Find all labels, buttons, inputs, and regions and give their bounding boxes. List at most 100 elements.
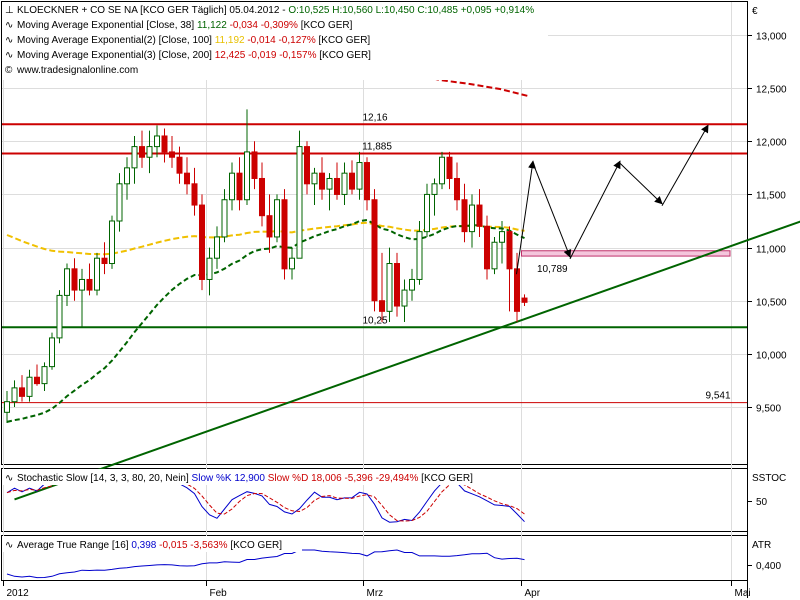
ema1-name: Moving Average Exponential [Close, 38]: [17, 20, 194, 31]
atr-change: -0,015 -3,563%: [159, 540, 227, 551]
indicator-icon: ∿: [5, 540, 13, 551]
ema2-tail: [KCO GER]: [319, 35, 371, 46]
stochastic-legend: ∿ Stochastic Slow [14, 3, 3, 80, 20, Nei…: [2, 469, 507, 485]
candle-body: [349, 172, 355, 190]
candle-body: [131, 146, 138, 169]
candle-body: [169, 151, 175, 158]
candle-body: [236, 172, 243, 201]
stochastic-k: Slow %K 12,900: [192, 473, 266, 484]
chart-icon: ⊥: [5, 5, 14, 16]
candle-body: [244, 151, 250, 201]
candle-body: [476, 204, 483, 227]
candle: [199, 194, 205, 291]
stochastic-axis-tick: 50: [756, 497, 768, 508]
instrument-title: KLOECKNER + CO SE NA [KCO GER Täglich] 0…: [17, 5, 288, 16]
svg-text:Moving Average Exponential(2): Moving Average Exponential(2) [Close, 10…: [17, 35, 370, 46]
candle-body: [161, 135, 168, 153]
candle-body: [281, 199, 288, 270]
candle-body: [424, 193, 430, 233]
svg-text:Average True Range [16] 0,398: Average True Range [16] 0,398 -0,015 -3,…: [17, 540, 282, 551]
candle-body: [139, 146, 145, 158]
candle-body: [311, 172, 318, 185]
candle-body: [304, 146, 310, 185]
ema-icon: ∿: [5, 35, 13, 46]
stochastic-change: -5,396 -29,494%: [344, 473, 418, 484]
candle-body: [41, 366, 48, 385]
level-label: 12,16: [362, 112, 387, 123]
candle-body: [11, 387, 18, 403]
ema3-name: Moving Average Exponential(3) [Close, 20…: [17, 50, 212, 61]
ema3-tail: [KCO GER]: [319, 50, 371, 61]
candle-body: [176, 156, 183, 174]
candle-body: [514, 268, 520, 312]
y-tick-label: 10,000: [756, 351, 787, 362]
y-tick-label: 11,500: [756, 191, 786, 202]
level-label: 11,885: [362, 142, 392, 153]
candle-body: [146, 146, 153, 158]
candle-body: [416, 231, 423, 280]
stochastic-axis-label: SSTOC: [752, 473, 786, 484]
svg-text:Moving Average Exponential(3): Moving Average Exponential(3) [Close, 20…: [17, 50, 371, 61]
candle: [49, 332, 55, 370]
candle: [439, 151, 445, 190]
candle-body: [259, 177, 265, 217]
candle: [109, 215, 115, 269]
ema1-value: 11,122: [197, 20, 227, 31]
atr-axis-label: ATR: [752, 540, 771, 551]
price-legend: ⊥ KLOECKNER + CO SE NA [KCO GER Täglich]…: [2, 2, 548, 80]
candle-body: [319, 172, 325, 190]
stochastic-d: Slow %D 18,006: [268, 473, 342, 484]
candle-body: [431, 183, 438, 195]
candle-body: [341, 172, 348, 195]
candle-body: [26, 376, 33, 397]
candle-body: [34, 376, 40, 385]
candle-body: [409, 278, 415, 291]
atr-title: Average True Range [16]: [17, 540, 129, 551]
annotation-label: 10,789: [537, 264, 568, 275]
candle-body: [101, 257, 108, 265]
ema2-name: Moving Average Exponential(2) [Close, 10…: [17, 35, 212, 46]
level-label: 10,25: [362, 315, 387, 326]
candle: [56, 290, 63, 344]
candle-body: [379, 300, 385, 312]
atr-legend: ∿ Average True Range [16] 0,398 -0,015 -…: [2, 536, 302, 552]
candle-body: [206, 257, 213, 280]
candle-body: [461, 199, 468, 233]
candle-body: [124, 167, 130, 185]
y-tick-label: 12,000: [756, 138, 787, 149]
ema-icon: ∿: [5, 50, 13, 61]
candle: [491, 236, 498, 275]
resistance-zone: [521, 250, 731, 257]
ema2-change: -0,014 -0,127%: [247, 35, 315, 46]
x-tick-label: Feb: [210, 588, 228, 599]
svg-text:Moving Average Exponential [Cl: Moving Average Exponential [Close, 38] 1…: [17, 20, 353, 31]
stock-chart: 12,16 11,885 10,25 9,541 10,789 13,000 12,500…: [1, 1, 800, 599]
ema3-value: 12,425: [215, 50, 246, 61]
candle-body: [386, 263, 393, 312]
indicator-icon: ∿: [5, 473, 13, 484]
candle-body: [439, 156, 445, 185]
candle-body: [86, 278, 93, 291]
candle-body: [64, 268, 70, 296]
price-change: +0,095 +0,914%: [461, 5, 535, 16]
candle-body: [94, 257, 100, 291]
atr-axis-tick: 0,400: [756, 561, 781, 572]
candle: [281, 189, 288, 280]
candle-body: [19, 387, 25, 397]
copyright-icon: ©: [5, 65, 13, 76]
candle-body: [56, 294, 63, 339]
candle-body: [251, 151, 258, 179]
candle-body: [499, 231, 505, 243]
atr-value: 0,398: [131, 540, 156, 551]
candle-body: [214, 236, 220, 259]
candle-body: [4, 401, 10, 413]
candle-body: [521, 297, 528, 303]
candle-body: [266, 215, 273, 238]
x-tick-label: Mai: [735, 588, 751, 599]
ema1-tail: [KCO GER]: [301, 20, 353, 31]
candle: [94, 252, 100, 296]
candle-body: [356, 162, 363, 190]
x-tick-label: Apr: [525, 588, 541, 599]
candle-body: [274, 199, 280, 238]
ohlc-values: O:10,525 H:10,560 L:10,450 C:10,485: [288, 5, 458, 16]
